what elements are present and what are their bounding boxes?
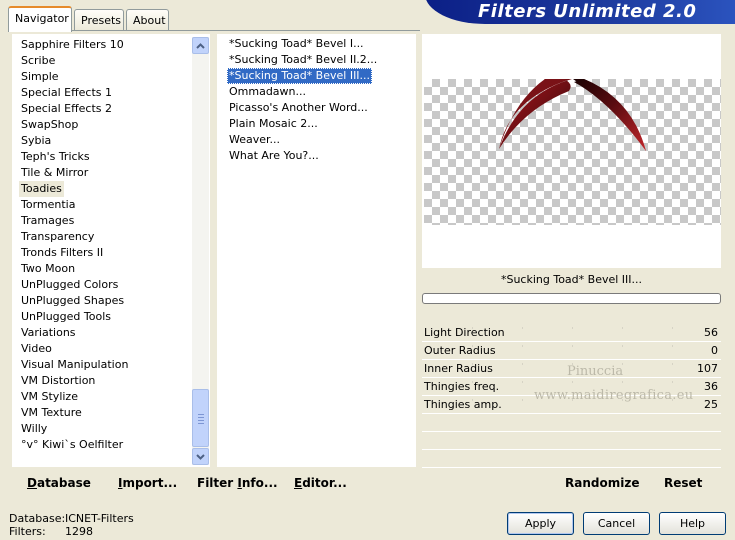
parameter-label: Inner Radius [424, 362, 493, 375]
empty-parameter-row [422, 450, 721, 468]
status-database-label: Database: [9, 512, 66, 525]
progress-bar [422, 293, 721, 304]
slider-tick [672, 381, 673, 383]
category-item[interactable]: UnPlugged Colors [21, 277, 118, 293]
category-item[interactable]: VM Distortion [21, 373, 95, 389]
parameter-value: 56 [704, 326, 718, 339]
app-title: Filters Unlimited 2.0 [478, 1, 697, 22]
watermark-url: www.maidiregrafica.eu [534, 388, 694, 403]
filter-item[interactable]: Picasso's Another Word... [227, 100, 370, 116]
parameter-label: Thingies freq. [424, 380, 500, 393]
category-item[interactable]: Simple [21, 69, 59, 85]
category-item[interactable]: Sybia [21, 133, 51, 149]
parameter-value: 25 [704, 398, 718, 411]
parameter-label: Outer Radius [424, 344, 496, 357]
randomize-button[interactable]: Randomize [565, 476, 639, 490]
category-item[interactable]: Tormentia [21, 197, 75, 213]
scroll-thumb[interactable] [192, 389, 209, 447]
filter-list[interactable]: *Sucking Toad* Bevel I... *Sucking Toad* … [217, 34, 416, 467]
category-item[interactable]: Scribe [21, 53, 55, 69]
filter-item[interactable]: *Sucking Toad* Bevel II.2... [227, 52, 379, 68]
category-scrollbar[interactable] [192, 37, 209, 465]
slider-tick [622, 381, 623, 383]
import-button[interactable]: Import... [118, 476, 177, 490]
tab-navigator[interactable]: Navigator [8, 6, 72, 32]
parameter-label: Light Direction [424, 326, 505, 339]
filter-item[interactable]: Plain Mosaic 2... [227, 116, 320, 132]
category-item[interactable]: Transparency [21, 229, 94, 245]
parameter-label: Thingies amp. [424, 398, 502, 411]
status-filters-label: Filters: [9, 525, 46, 538]
preview-shape [499, 79, 646, 151]
category-item[interactable]: Visual Manipulation [21, 357, 128, 373]
filter-info-button[interactable]: Filter Info... [197, 476, 278, 490]
slider-tick [672, 327, 673, 329]
slider-tick [672, 363, 673, 365]
category-item[interactable]: SwapShop [21, 117, 78, 133]
category-item[interactable]: VM Stylize [21, 389, 78, 405]
category-item[interactable]: Special Effects 1 [21, 85, 112, 101]
category-item[interactable]: VM Texture [21, 405, 82, 421]
empty-parameter-row [422, 432, 721, 450]
cancel-button[interactable]: Cancel [583, 512, 650, 535]
slider-tick [522, 327, 523, 329]
chevron-up-icon [196, 42, 205, 49]
apply-button[interactable]: Apply [507, 512, 574, 535]
tab-about[interactable]: About [126, 9, 169, 31]
category-item[interactable]: Special Effects 2 [21, 101, 112, 117]
parameter-slider[interactable]: Outer Radius 0 [422, 342, 721, 360]
selected-filter-name: *Sucking Toad* Bevel III... [500, 273, 643, 286]
slider-tick [622, 345, 623, 347]
category-item[interactable]: Video [21, 341, 52, 357]
preview-canvas [424, 79, 721, 225]
editor-button[interactable]: Editor... [294, 476, 347, 490]
filter-item[interactable]: Weaver... [227, 132, 282, 148]
slider-tick [572, 327, 573, 329]
chevron-down-icon [196, 453, 205, 460]
category-item[interactable]: Toadies [19, 181, 64, 197]
category-list[interactable]: Sapphire Filters 10 Scribe Simple Special E… [12, 34, 210, 467]
slider-tick [522, 345, 523, 347]
reset-button[interactable]: Reset [664, 476, 702, 490]
filter-item[interactable]: *Sucking Toad* Bevel I... [227, 36, 366, 52]
preview-panel [422, 34, 721, 268]
category-item[interactable]: Variations [21, 325, 76, 341]
filter-item[interactable]: *Sucking Toad* Bevel III... [227, 68, 373, 84]
status-filters-value: 1298 [65, 525, 93, 538]
category-item[interactable]: Two Moon [21, 261, 75, 277]
filter-item[interactable]: What Are You?... [227, 148, 321, 164]
parameter-value: 107 [697, 362, 718, 375]
parameter-value: 0 [711, 344, 718, 357]
parameter-slider[interactable]: Light Direction 56 [422, 324, 721, 342]
category-item[interactable]: Sapphire Filters 10 [21, 37, 124, 53]
category-item[interactable]: UnPlugged Tools [21, 309, 111, 325]
slider-tick [522, 381, 523, 383]
scroll-up-button[interactable] [192, 37, 209, 54]
slider-tick [622, 327, 623, 329]
status-database-value: ICNET-Filters [65, 512, 134, 525]
slider-tick [522, 363, 523, 365]
category-item[interactable]: Willy [21, 421, 47, 437]
tab-presets[interactable]: Presets [74, 9, 124, 31]
database-button[interactable]: Database [27, 476, 91, 490]
category-item[interactable]: °v° Kiwi`s Oelfilter [21, 437, 123, 453]
slider-tick [572, 345, 573, 347]
slider-tick [522, 399, 523, 401]
scroll-down-button[interactable] [192, 448, 209, 465]
empty-parameter-row [422, 414, 721, 432]
slider-tick [672, 345, 673, 347]
category-item[interactable]: Tile & Mirror [21, 165, 88, 181]
category-item[interactable]: UnPlugged Shapes [21, 293, 124, 309]
category-item[interactable]: Tramages [21, 213, 74, 229]
category-item[interactable]: Teph's Tricks [21, 149, 90, 165]
watermark-text: Pinuccia [567, 364, 624, 379]
parameter-value: 36 [704, 380, 718, 393]
help-button[interactable]: Help [659, 512, 726, 535]
filter-item[interactable]: Ommadawn... [227, 84, 308, 100]
slider-tick [572, 381, 573, 383]
category-item[interactable]: Tronds Filters II [21, 245, 103, 261]
